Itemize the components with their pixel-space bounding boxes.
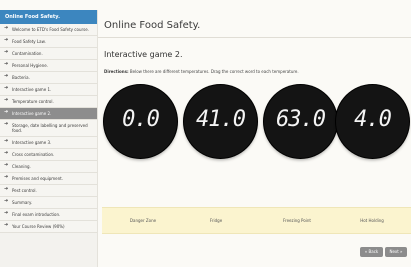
sidebar-item-label: Cleaning. (12, 164, 31, 169)
sidebar-item-summary[interactable]: ➜ Summary. (0, 197, 97, 209)
temperature-dial[interactable]: 63.0 (264, 85, 337, 158)
sidebar-item-label: Final exam introduction. (12, 212, 61, 217)
sidebar-item-welcome[interactable]: ➜ Welcome to ETD's Food Safety course. (0, 24, 97, 36)
main-content: Online Food Safety. Interactive game 2. … (98, 0, 411, 267)
arrow-right-icon: ➜ (4, 210, 9, 216)
sidebar-item-label: Interactive game 3. (12, 140, 52, 145)
sidebar-item-label: Premises and equipment. (12, 176, 63, 181)
draggable-word-freezing-point[interactable]: Freezing Point (268, 208, 326, 233)
sidebar-item-label: Personal Hygiene. (12, 63, 49, 68)
sidebar-item-label: Food Safety Law. (12, 39, 46, 44)
arrow-right-icon: ➜ (4, 97, 9, 103)
sidebar-item-interactive-game-3[interactable]: ➜ Interactive game 3. (0, 137, 97, 149)
arrow-right-icon: ➜ (4, 150, 9, 156)
arrow-right-icon: ➜ (4, 25, 9, 31)
sidebar-item-label: Summary. (12, 200, 33, 205)
arrow-right-icon: ➜ (4, 85, 9, 91)
sidebar-item-food-safety-law[interactable]: ➜ Food Safety Law. (0, 36, 97, 48)
sidebar-item-label: Interactive game 2. (12, 111, 52, 116)
arrow-right-icon: ➜ (4, 222, 9, 228)
temperature-value: 41.0 (196, 107, 246, 132)
sidebar-item-label: Interactive game 1. (12, 87, 52, 92)
sidebar-item-contamination[interactable]: ➜ Contamination. (0, 48, 97, 60)
page: Online Food Safety. ➜ Welcome to ETD's Fo… (0, 0, 411, 267)
sidebar-item-personal-hygiene[interactable]: ➜ Personal Hygiene. (0, 60, 97, 72)
sidebar-item-label: Contamination. (12, 51, 43, 56)
arrow-right-icon: ➜ (4, 109, 9, 115)
sidebar-header: Online Food Safety. (0, 10, 97, 24)
word-bank: Danger Zone Fridge Freezing Point Hot Ho… (102, 207, 411, 234)
sidebar-item-label: Welcome to ETD's Food Safety course. (12, 27, 89, 32)
arrow-right-icon: ➜ (4, 61, 9, 67)
arrow-right-icon: ➜ (4, 186, 9, 192)
section-title: Interactive game 2. (104, 50, 183, 59)
sidebar-item-interactive-game-2[interactable]: ➜ Interactive game 2. (0, 108, 97, 120)
arrow-right-icon: ➜ (4, 174, 9, 180)
sidebar-item-label: Your Course Review (90%) (12, 224, 65, 229)
arrow-right-icon: ➜ (4, 73, 9, 79)
back-button[interactable]: « Back (360, 247, 383, 257)
sidebar-item-pest-control[interactable]: ➜ Pest control. (0, 185, 97, 197)
sidebar-nav: ➜ Welcome to ETD's Food Safety course. ➜ F… (0, 24, 97, 233)
draggable-word-danger-zone[interactable]: Danger Zone (118, 208, 168, 233)
sidebar-item-label: Storage, date labelling and preserved fo… (12, 123, 88, 133)
sidebar-item-temperature-control[interactable]: ➜ Temperature control. (0, 96, 97, 108)
arrow-right-icon: ➜ (4, 37, 9, 43)
sidebar-item-label: Cross contamination. (12, 152, 55, 157)
directions-label: Directions: (104, 69, 129, 74)
temperature-dials: 0.0 41.0 63.0 4.0 (98, 85, 411, 165)
directions-text: Below there are different temperatures. … (129, 69, 299, 74)
temperature-dial[interactable]: 41.0 (184, 85, 257, 158)
sidebar-item-bacteria[interactable]: ➜ Bacteria. (0, 72, 97, 84)
next-button[interactable]: Next » (385, 247, 407, 257)
draggable-word-fridge[interactable]: Fridge (198, 208, 234, 233)
directions: Directions: Below there are different te… (104, 69, 299, 74)
arrow-right-icon: ➜ (4, 162, 9, 168)
draggable-word-hot-holding[interactable]: Hot Holding (348, 208, 396, 233)
sidebar-item-final-exam[interactable]: ➜ Final exam introduction. (0, 209, 97, 221)
divider (98, 37, 411, 38)
sidebar-item-course-review[interactable]: ➜ Your Course Review (90%) (0, 221, 97, 233)
sidebar-item-label: Pest control. (12, 188, 37, 193)
sidebar-item-premises[interactable]: ➜ Premises and equipment. (0, 173, 97, 185)
page-title: Online Food Safety. (104, 20, 201, 31)
sidebar-item-cleaning[interactable]: ➜ Cleaning. (0, 161, 97, 173)
sidebar-item-storage[interactable]: ➜ Storage, date labelling and preserved f… (0, 120, 97, 137)
temperature-dial[interactable]: 0.0 (104, 85, 177, 158)
temperature-dial[interactable]: 4.0 (336, 85, 409, 158)
sidebar-item-label: Bacteria. (12, 75, 30, 80)
sidebar: Online Food Safety. ➜ Welcome to ETD's Fo… (0, 10, 98, 267)
temperature-value: 4.0 (354, 107, 392, 132)
arrow-right-icon: ➜ (4, 49, 9, 55)
temperature-value: 63.0 (276, 107, 326, 132)
arrow-right-icon: ➜ (4, 138, 9, 144)
arrow-right-icon: ➜ (4, 121, 9, 127)
arrow-right-icon: ➜ (4, 198, 9, 204)
sidebar-item-cross-contamination[interactable]: ➜ Cross contamination. (0, 149, 97, 161)
temperature-value: 0.0 (122, 107, 160, 132)
sidebar-item-interactive-game-1[interactable]: ➜ Interactive game 1. (0, 84, 97, 96)
sidebar-item-label: Temperature control. (12, 99, 54, 104)
